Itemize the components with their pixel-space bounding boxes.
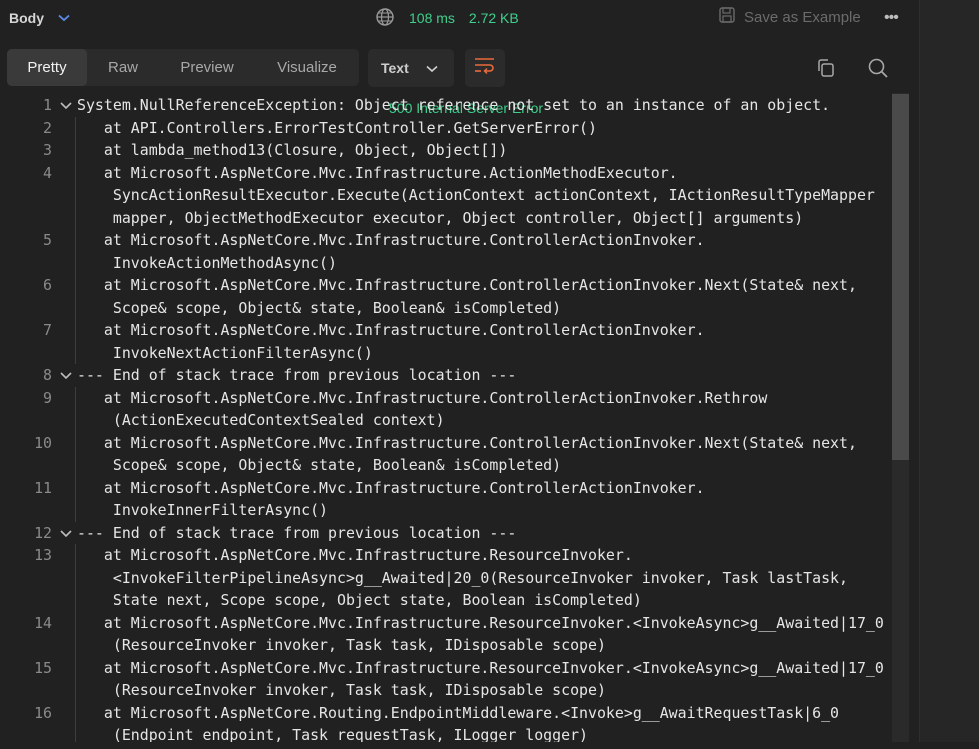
line-number: 5 [43, 231, 52, 249]
response-toolbar: Body 500 Internal Server Error 108 ms 2.… [0, 0, 919, 116]
response-time[interactable]: 108 ms [409, 10, 455, 26]
code-line: at Microsoft.AspNetCore.Routing.Endpoint… [77, 703, 840, 722]
format-dropdown[interactable]: Text [368, 49, 454, 87]
line-number: 11 [34, 478, 52, 497]
more-options-icon[interactable]: ••• [884, 9, 899, 27]
code-line: at Microsoft.AspNetCore.Mvc.Infrastructu… [77, 321, 705, 339]
code-line: at Microsoft.AspNetCore.Mvc.Infrastructu… [77, 163, 678, 182]
code-line: (ActionExecutedContextSealed context) [77, 411, 445, 429]
globe-icon[interactable] [375, 7, 395, 30]
code-line: at Microsoft.AspNetCore.Mvc.Infrastructu… [77, 546, 633, 564]
line-number: 7 [43, 321, 52, 339]
code-line: Scope& scope, Object& state, Boolean& is… [77, 298, 562, 317]
line-number: 9 [43, 388, 52, 407]
code-line: mapper, ObjectMethodExecutor executor, O… [77, 208, 804, 227]
save-icon [718, 6, 736, 28]
save-as-example-button[interactable]: Save as Example [718, 6, 861, 28]
code-line: SyncActionResultExecutor.Execute(ActionC… [77, 186, 875, 204]
code-line: Scope& scope, Object& state, Boolean& is… [77, 456, 562, 474]
scrollbar-thumb[interactable] [892, 94, 909, 460]
fold-chevron-icon[interactable] [59, 365, 75, 387]
code-line: at API.Controllers.ErrorTestController.G… [77, 118, 597, 137]
body-label: Body [9, 10, 44, 26]
line-number: 14 [34, 613, 52, 632]
indent-guide [75, 386, 76, 522]
indent-guide [75, 116, 76, 364]
line-number: 13 [34, 546, 52, 564]
code-line: (ResourceInvoker invoker, Task task, IDi… [77, 636, 606, 654]
code-line: State next, Scope scope, Object state, B… [77, 591, 642, 609]
fold-chevron-icon[interactable] [59, 523, 75, 545]
code-line: (ResourceInvoker invoker, Task task, IDi… [77, 681, 606, 699]
search-button[interactable] [867, 57, 889, 84]
code-line: at Microsoft.AspNetCore.Mvc.Infrastructu… [77, 388, 768, 407]
code-line: --- End of stack trace from previous loc… [77, 366, 517, 384]
line-number: 2 [43, 118, 52, 137]
view-tabs: Pretty Raw Preview Visualize [7, 49, 359, 86]
code-line: System.NullReferenceException: Object re… [77, 96, 831, 114]
code-line: InvokeActionMethodAsync() [77, 253, 337, 272]
tab-raw[interactable]: Raw [87, 49, 159, 86]
format-label: Text [381, 60, 409, 76]
line-number: 6 [43, 276, 52, 294]
response-size[interactable]: 2.72 KB [469, 10, 519, 26]
code-line: InvokeInnerFilterAsync() [77, 501, 329, 519]
response-body-viewer[interactable]: 1 2 3 4 5 6 7 8 9 10 11 12 13 14 15 16 System.NullRefer… [0, 93, 912, 742]
code-line: at Microsoft.AspNetCore.Mvc.Infrastructu… [77, 658, 884, 677]
word-wrap-button[interactable] [465, 49, 505, 87]
fold-chevron-icon[interactable] [59, 95, 75, 117]
indent-guide [75, 544, 76, 742]
code-line: at Microsoft.AspNetCore.Mvc.Infrastructu… [77, 478, 705, 497]
line-number: 12 [34, 523, 52, 542]
code-line: at Microsoft.AspNetCore.Mvc.Infrastructu… [77, 231, 705, 249]
line-number: 4 [43, 163, 52, 182]
code-line: at Microsoft.AspNetCore.Mvc.Infrastructu… [77, 613, 884, 632]
code-line: InvokeNextActionFilterAsync() [77, 343, 373, 362]
right-sidebar [919, 0, 979, 742]
tab-pretty[interactable]: Pretty [7, 49, 87, 86]
line-number: 1 [43, 96, 52, 114]
line-number: 8 [43, 366, 52, 384]
code-line: --- End of stack trace from previous loc… [77, 523, 517, 542]
copy-button[interactable] [815, 57, 837, 84]
word-wrap-icon [474, 57, 496, 80]
copy-icon [815, 59, 837, 83]
code-line: (Endpoint endpoint, Task requestTask, IL… [77, 726, 589, 742]
chevron-down-icon [426, 60, 438, 76]
search-icon [867, 58, 889, 83]
line-number: 3 [43, 141, 52, 159]
code-line: at Microsoft.AspNetCore.Mvc.Infrastructu… [77, 433, 857, 452]
code-line: <InvokeFilterPipelineAsync>g__Awaited|20… [77, 568, 848, 587]
tab-visualize[interactable]: Visualize [255, 49, 359, 86]
code-line: at lambda_method13(Closure, Object, Obje… [77, 141, 508, 159]
save-as-example-label: Save as Example [744, 8, 861, 26]
chevron-down-icon [58, 9, 70, 27]
code-line: at Microsoft.AspNetCore.Mvc.Infrastructu… [77, 276, 857, 294]
tab-preview[interactable]: Preview [159, 49, 255, 86]
line-number: 10 [34, 433, 52, 452]
line-number: 16 [34, 703, 52, 722]
body-dropdown[interactable]: Body [9, 9, 70, 27]
response-meta: 500 Internal Server Error 108 ms 2.72 KB [375, 7, 543, 116]
line-number: 15 [34, 658, 52, 677]
